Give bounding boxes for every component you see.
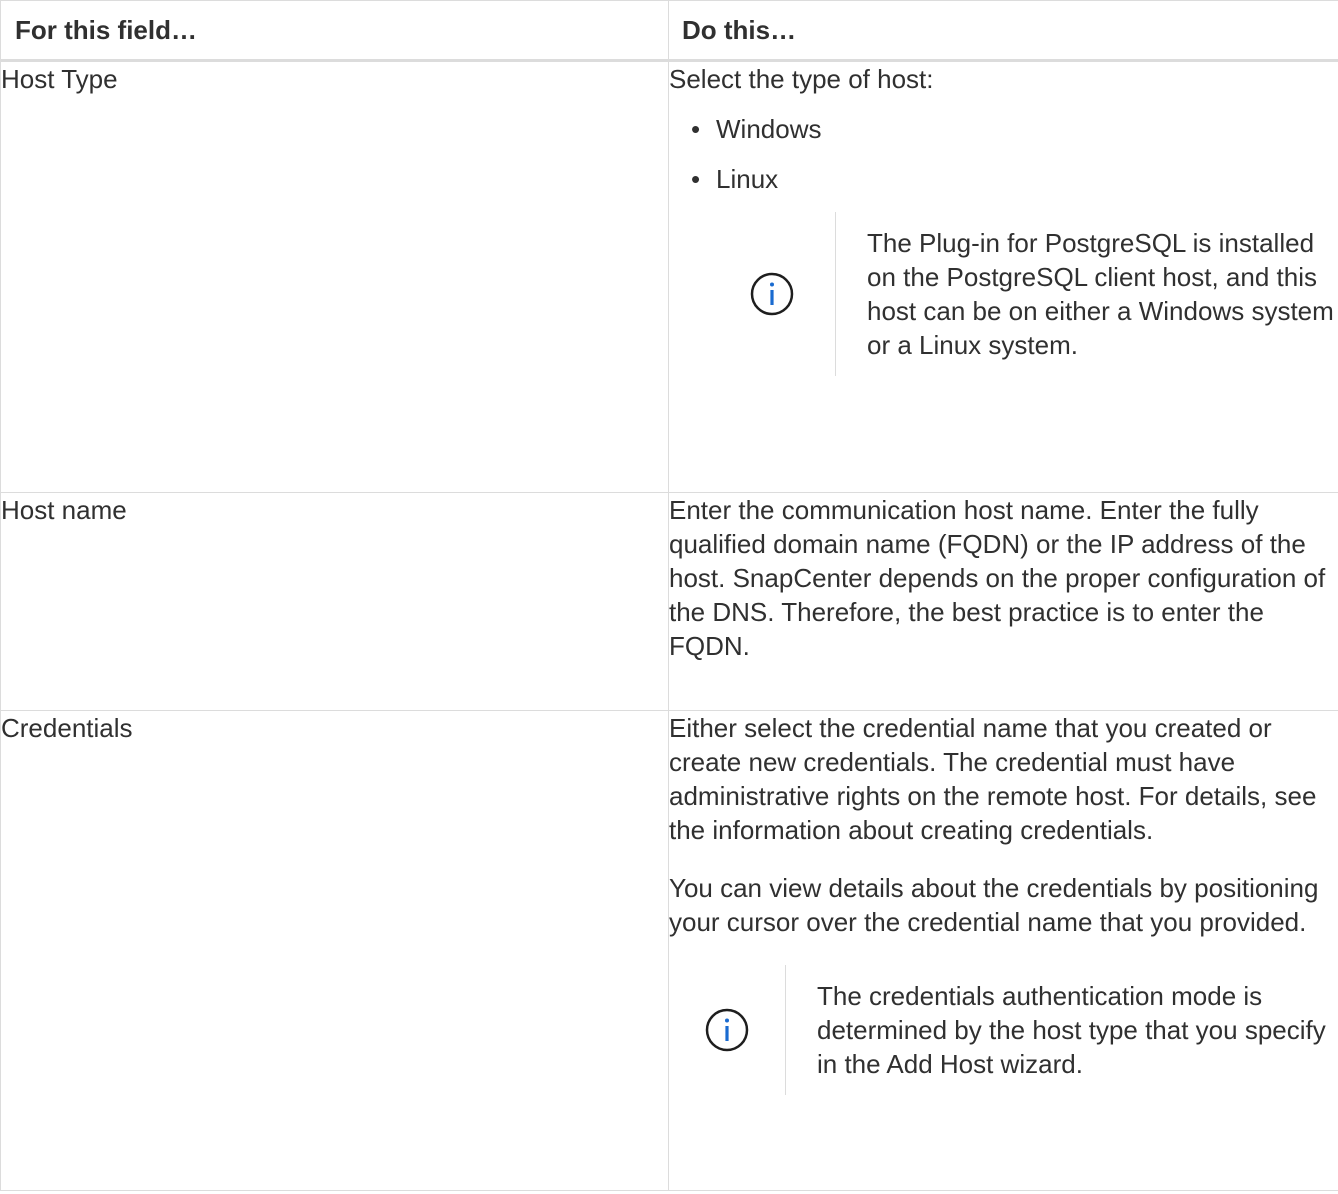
info-circle-icon [749,271,795,317]
host-type-options: Windows Linux [669,112,1338,196]
table-row: Credentials Either select the credential… [0,710,1338,1191]
note-text: The Plug-in for PostgreSQL is installed … [835,212,1338,376]
field-name: Host name [0,492,669,711]
fields-table: For this field… Do this… Host Type Selec… [0,0,1338,1191]
description-text: You can view details about the credentia… [669,873,1319,937]
field-description: Select the type of host: Windows Linux [668,60,1338,493]
header-action: Do this… [668,0,1338,62]
field-name: Credentials [0,710,669,1191]
list-item: Linux [691,162,1338,196]
header-field: For this field… [0,0,669,62]
note-callout: The credentials authentication mode is d… [669,965,1338,1095]
note-callout: The Plug-in for PostgreSQL is installed … [669,212,1338,376]
table-row: Host Type Select the type of host: Windo… [0,60,1338,493]
field-name: Host Type [0,60,669,493]
note-text: The credentials authentication mode is d… [785,965,1338,1095]
field-description: Enter the communication host name. Enter… [668,492,1338,711]
table-row: Host name Enter the communication host n… [0,492,1338,711]
description-text: Enter the communication host name. Enter… [669,495,1326,661]
table-header-row: For this field… Do this… [0,0,1338,62]
list-item: Windows [691,112,1338,146]
description-text: Either select the credential name that y… [669,713,1317,845]
field-description: Either select the credential name that y… [668,710,1338,1191]
description-text: Select the type of host: [669,64,934,94]
info-circle-icon [704,1007,750,1053]
